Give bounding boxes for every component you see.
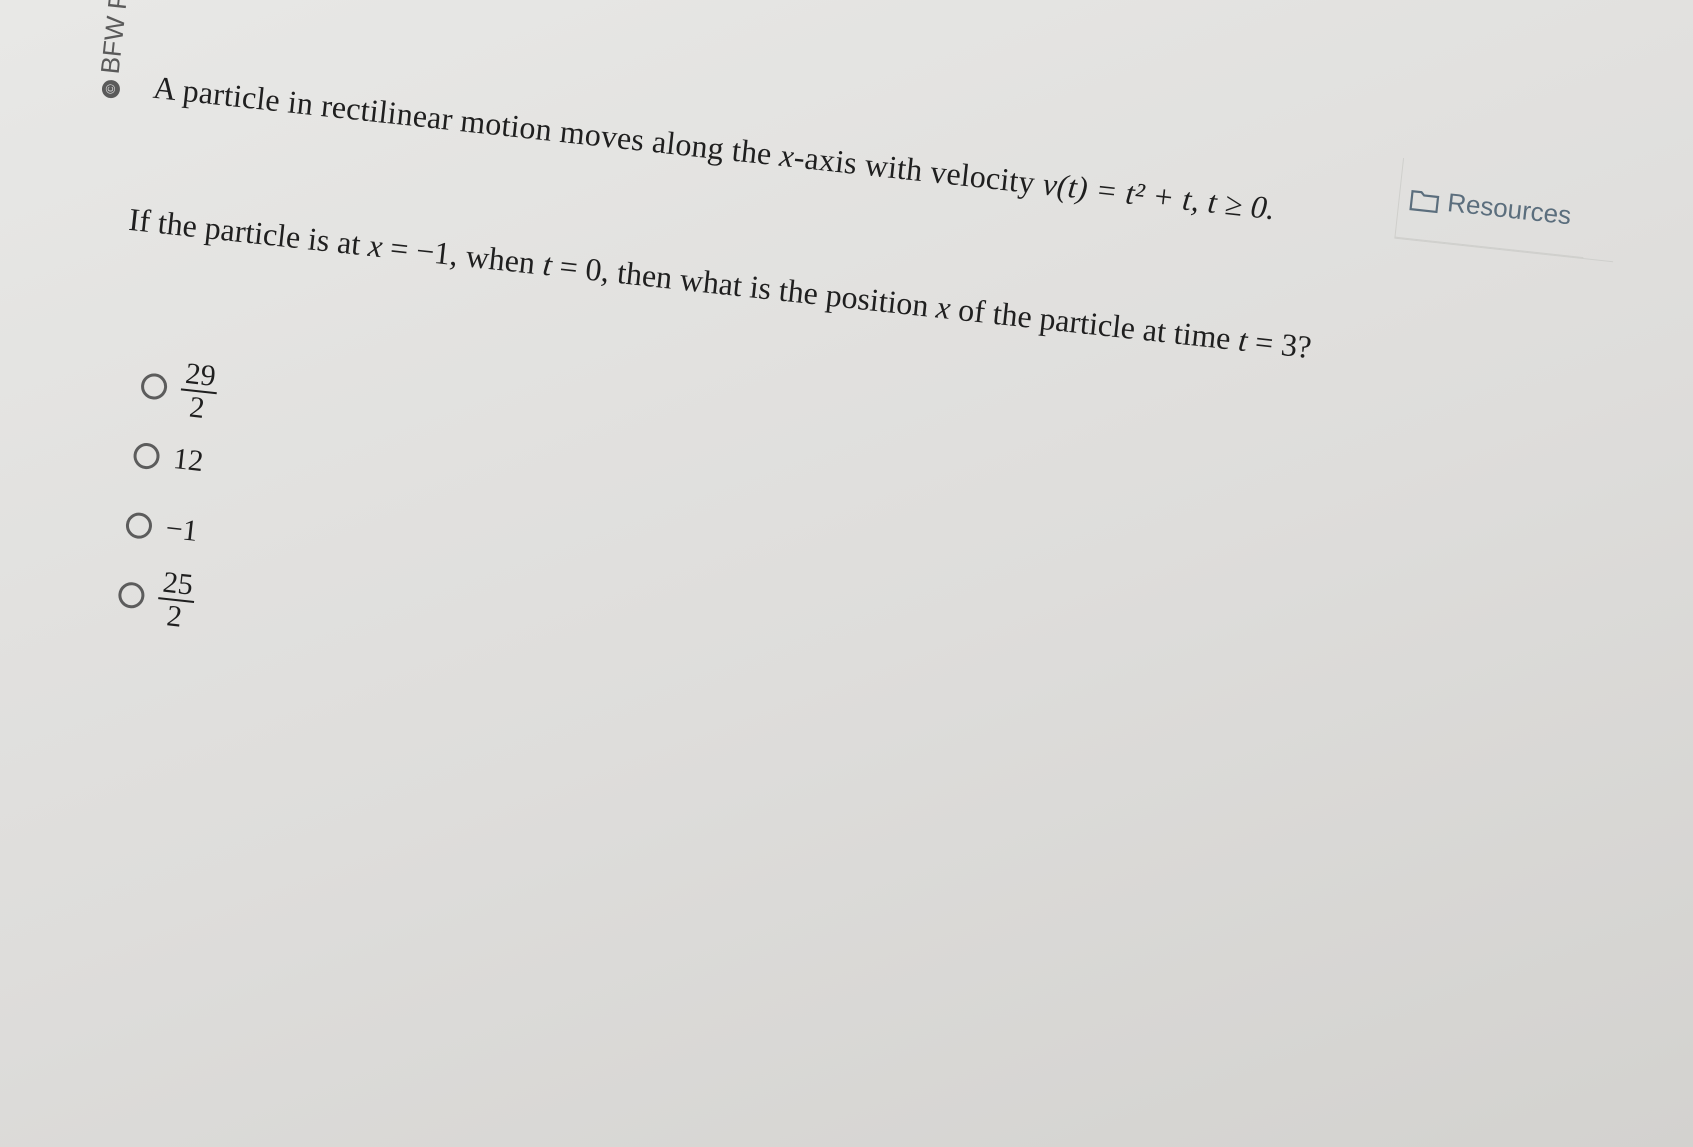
- question-text: A particle in rectilinear motion moves a…: [151, 68, 782, 173]
- velocity-equation: v(t) = t² + t, t ≥ 0.: [1040, 165, 1278, 227]
- resources-label: Resources: [1445, 187, 1573, 231]
- numerator: 25: [158, 565, 198, 604]
- question-text: = −1, when: [380, 228, 545, 282]
- denominator: 2: [165, 599, 184, 634]
- publisher-watermark: © BFW Publishers: [92, 0, 146, 99]
- question-text: If the particle is at: [127, 200, 371, 263]
- denominator: 2: [187, 390, 207, 425]
- answer-option-2[interactable]: 12: [130, 423, 212, 495]
- radio-button[interactable]: [124, 511, 154, 540]
- answer-option-1[interactable]: 29 2: [138, 353, 221, 426]
- question-text: = 3?: [1245, 322, 1314, 366]
- question-text: -axis with velocity: [792, 138, 1045, 202]
- fraction: 29 2: [177, 356, 221, 426]
- resources-button[interactable]: Resources: [1394, 158, 1592, 259]
- radio-button[interactable]: [132, 441, 161, 471]
- question-line-2: If the particle is at x = −1, when t = 0…: [127, 201, 1313, 366]
- radio-button[interactable]: [139, 372, 169, 401]
- question-text: = 0, then what is the position: [549, 246, 939, 325]
- numerator: 29: [180, 356, 221, 395]
- option-value: −1: [164, 511, 200, 548]
- question-line-1: A particle in rectilinear motion moves a…: [151, 68, 1278, 228]
- question-page: © BFW Publishers Resources A particle in …: [0, 0, 1614, 1147]
- answer-option-4[interactable]: 25 2: [115, 562, 198, 635]
- answer-option-3[interactable]: −1: [123, 492, 205, 564]
- screen-photo: © BFW Publishers Resources A particle in …: [0, 0, 1693, 1147]
- question-text: of the particle at time: [948, 290, 1241, 358]
- option-value: 12: [171, 442, 206, 479]
- answer-options: 29 2 12 −1 25 2: [114, 353, 221, 640]
- copyright-icon: ©: [101, 79, 121, 99]
- folder-icon: [1409, 189, 1440, 213]
- fraction: 25 2: [155, 565, 198, 635]
- radio-button[interactable]: [117, 580, 146, 610]
- publisher-name: BFW Publishers: [95, 0, 145, 75]
